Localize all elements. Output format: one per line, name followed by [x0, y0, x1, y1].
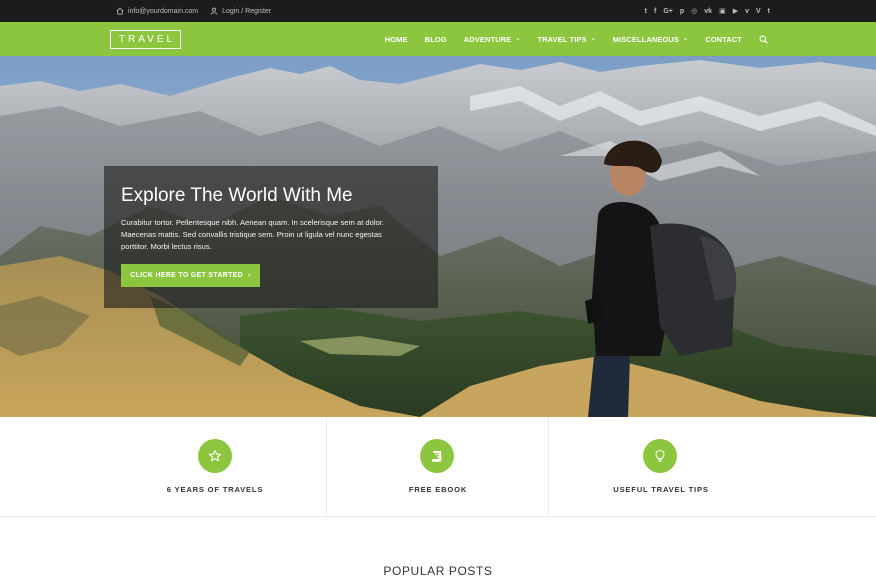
hero-banner: Explore The World With Me Curabitur tort…: [0, 56, 876, 417]
email-link[interactable]: info@yourdomain.com: [116, 7, 198, 15]
home-icon: [116, 7, 124, 15]
get-started-button[interactable]: CLICK HERE TO GET STARTED ›: [121, 264, 260, 287]
nav-item-contact[interactable]: CONTACT: [705, 35, 742, 44]
vimeo-square-icon[interactable]: v: [745, 8, 749, 15]
main-navbar: TRAVEL HOME BLOG ADVENTURE ⌄ TRAVEL TIPS ⌄…: [0, 22, 876, 56]
vk-icon[interactable]: vk: [704, 8, 712, 15]
feature-label: 6 YEARS OF TRAVELS: [166, 485, 264, 494]
book-icon: [431, 451, 442, 462]
site-logo[interactable]: TRAVEL: [110, 30, 181, 49]
feature-icon-circle: [198, 439, 232, 473]
facebook-icon[interactable]: f: [654, 8, 656, 15]
google-plus-icon[interactable]: G+: [663, 8, 673, 15]
search-icon: [759, 35, 768, 44]
lightbulb-icon: [655, 449, 665, 462]
hero-caption-box: Explore The World With Me Curabitur tort…: [104, 166, 438, 308]
social-icons: t f G+ p ◎ vk ▣ ▶ v V t: [645, 0, 770, 22]
main-menu: HOME BLOG ADVENTURE ⌄ TRAVEL TIPS ⌄ MISCEL…: [368, 22, 768, 56]
chevron-down-icon: ⌄: [515, 35, 521, 42]
chevron-right-icon: ›: [248, 272, 251, 279]
nav-item-label: BLOG: [424, 34, 447, 44]
get-started-label: CLICK HERE TO GET STARTED: [130, 272, 243, 279]
nav-item-label: HOME: [384, 34, 408, 44]
search-button[interactable]: [759, 35, 768, 44]
nav-item-label: TRAVEL TIPS: [537, 34, 587, 44]
login-register-text: Login / Register: [222, 7, 272, 15]
popular-posts-heading: POPULAR POSTS: [383, 564, 493, 578]
nav-item-adventure[interactable]: ADVENTURE ⌄: [464, 35, 521, 44]
tumblr-icon[interactable]: t: [768, 8, 770, 15]
email-text: info@yourdomain.com: [128, 7, 199, 15]
feature-icon-circle: [420, 439, 454, 473]
nav-item-label: CONTACT: [705, 34, 742, 44]
features-row: 6 YEARS OF TRAVELS FREE EBOOK USEFUL TRA…: [0, 417, 876, 517]
feature-free-ebook: FREE EBOOK: [327, 417, 549, 517]
feature-label: USEFUL TRAVEL TIPS: [613, 485, 709, 494]
hero-title: Explore The World With Me: [121, 185, 353, 206]
feature-useful-travel-tips: USEFUL TRAVEL TIPS: [549, 417, 876, 517]
feature-years-of-travels: 6 YEARS OF TRAVELS: [0, 417, 327, 517]
top-bar-contact: info@yourdomain.com Login / Register: [116, 0, 271, 22]
star-icon: [208, 449, 222, 462]
instagram-icon[interactable]: ▣: [719, 8, 726, 15]
nav-item-travel-tips[interactable]: TRAVEL TIPS ⌄: [537, 35, 595, 44]
nav-item-miscellaneous[interactable]: MISCELLANEOUS ⌄: [613, 35, 688, 44]
dribbble-icon[interactable]: ◎: [691, 8, 697, 15]
nav-item-label: MISCELLANEOUS: [612, 34, 680, 44]
nav-item-label: ADVENTURE: [463, 34, 512, 44]
nav-item-blog[interactable]: BLOG: [425, 35, 447, 44]
youtube-icon[interactable]: ▶: [733, 8, 738, 15]
chevron-down-icon: ⌄: [683, 35, 689, 42]
nav-item-home[interactable]: HOME: [385, 35, 408, 44]
chevron-down-icon: ⌄: [590, 35, 596, 42]
feature-label: FREE EBOOK: [408, 485, 468, 494]
login-register-link[interactable]: Login / Register: [210, 7, 271, 15]
pinterest-icon[interactable]: p: [680, 8, 684, 15]
vine-icon[interactable]: V: [756, 8, 761, 15]
top-bar: info@yourdomain.com Login / Register t f…: [0, 0, 876, 22]
hero-text: Curabitur tortor. Pellentesque nibh. Aen…: [121, 218, 384, 251]
feature-icon-circle: [643, 439, 677, 473]
user-icon: [210, 7, 218, 15]
twitter-icon[interactable]: t: [645, 8, 647, 15]
